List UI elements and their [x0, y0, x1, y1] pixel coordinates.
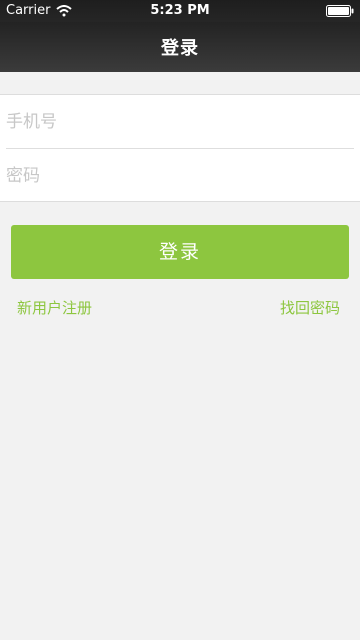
password-field — [0, 149, 360, 202]
login-button[interactable]: 登录 — [11, 225, 349, 279]
phone-input[interactable] — [6, 95, 346, 148]
password-input[interactable] — [6, 149, 346, 202]
page-title: 登录 — [161, 38, 199, 59]
battery-icon — [326, 5, 354, 17]
register-link[interactable]: 新用户注册 — [17, 297, 92, 318]
status-time: 5:23 PM — [150, 3, 210, 18]
forgot-password-link[interactable]: 找回密码 — [280, 297, 340, 318]
status-bar: Carrier 5:23 PM — [0, 0, 360, 22]
login-form — [0, 94, 360, 202]
phone-field — [0, 95, 360, 148]
nav-bar: 登录 — [0, 22, 360, 72]
